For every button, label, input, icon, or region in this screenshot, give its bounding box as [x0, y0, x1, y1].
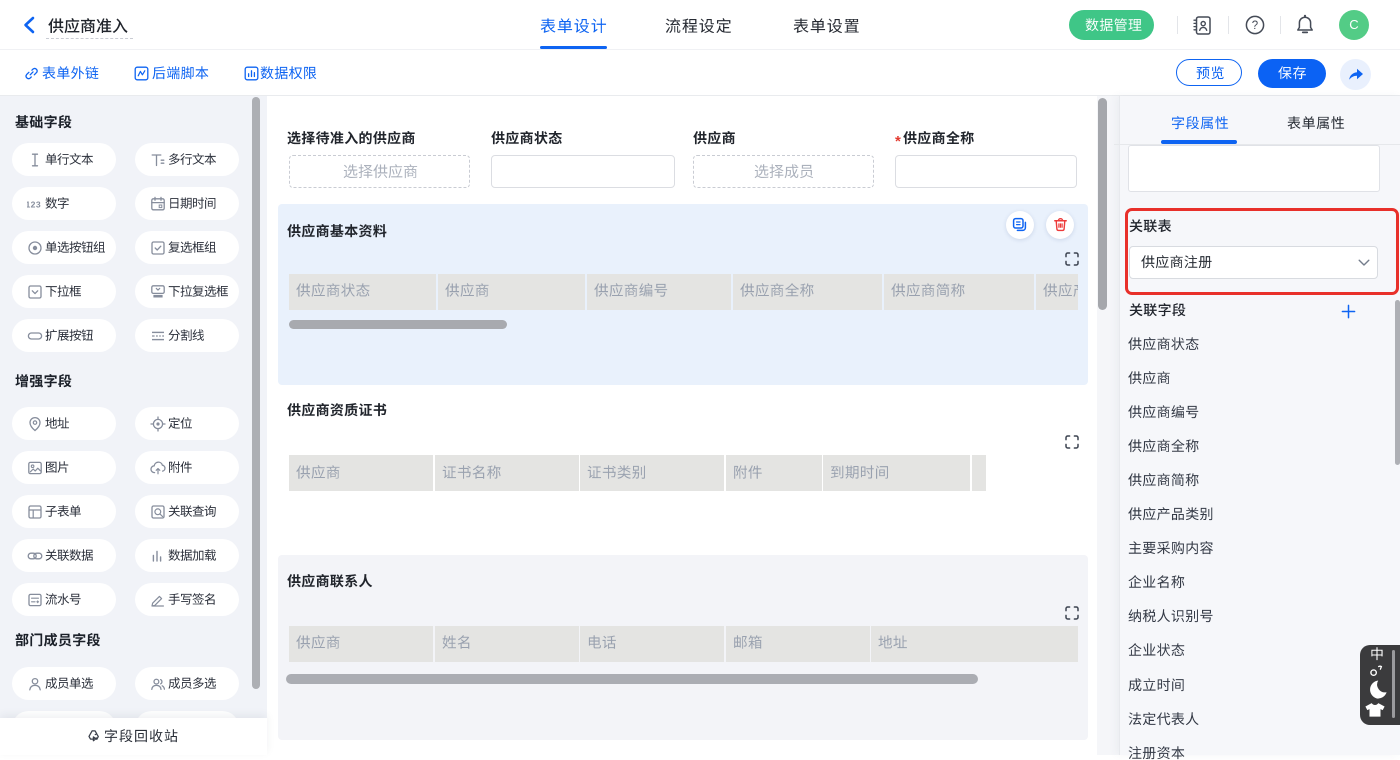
svg-text:?: ? [1252, 20, 1258, 32]
svg-text:123: 123 [27, 199, 41, 209]
